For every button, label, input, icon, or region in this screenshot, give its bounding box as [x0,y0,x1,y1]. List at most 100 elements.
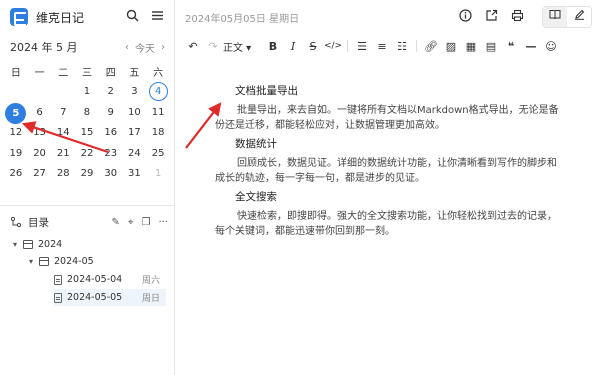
bullet-list-icon[interactable]: ☰ [352,40,372,53]
horizontal-rule-icon[interactable]: — [521,40,541,53]
tree-year[interactable]: ▾ 2024 [10,236,168,253]
section-body: 批量导出，来去自如。一键将所有文档以Markdown格式导出，无论是备份还是迁移… [215,105,559,131]
export-icon[interactable] [483,9,499,25]
calendar-day[interactable]: 1 [75,82,99,103]
format-toolbar: ↶ ↷ 正文 ▾ B I S </> ☰ ≡ ☷ 🔗︎ ▨ ▦ ▤ ❝ — ☺ [175,34,600,58]
calendar-day[interactable]: 10 [123,103,147,124]
entry-date: 2024-05-05 [67,292,123,303]
more-icon[interactable]: ··· [158,217,168,228]
calendar-day[interactable]: 19 [4,144,28,165]
section-heading: 数据统计 [235,138,277,150]
paragraph-style-select[interactable]: 正文 ▾ [223,39,263,54]
read-mode-button[interactable] [543,7,567,27]
calendar-day[interactable]: 24 [123,144,147,165]
ordered-list-icon[interactable]: ≡ [372,40,392,53]
calendar-week: 1234 [4,82,170,103]
editor-topbar: 2024年05月05日 星期日 [175,0,600,34]
quote-icon[interactable]: ❝ [501,40,521,53]
calendar-week: 5 6 7 8 9 10 11 [4,102,170,124]
calendar-day[interactable]: 8 [75,103,99,124]
calendar-day[interactable]: 3 [123,82,147,103]
calendar-day[interactable]: 29 [75,164,99,185]
undo-icon[interactable]: ↶ [183,40,203,53]
strikethrough-icon[interactable]: S [303,40,323,53]
calendar-day[interactable]: 16 [99,123,123,144]
toc-label: 目录 [28,216,49,229]
calendar-day[interactable]: 25 [146,144,170,165]
editor-pane: 2024年05月05日 星期日 ↶ ↷ 正文 ▾ B I S </> ☰ ≡ ☷ [175,0,600,375]
calendar-day[interactable]: 1 [146,164,170,185]
calendar-day[interactable]: 14 [51,123,75,144]
calendar-day[interactable]: 21 [51,144,75,165]
month-label: 2024 年 5 月 [10,41,78,54]
search-icon[interactable] [124,9,140,25]
image-icon[interactable]: ▨ [441,40,461,53]
edit-icon[interactable]: ✎ [111,217,119,228]
calendar-empty-cell [51,82,75,103]
locate-icon[interactable]: ⌖ [128,217,134,228]
calendar-day[interactable]: 26 [4,164,28,185]
calendar-icon [23,240,33,249]
link-icon[interactable]: 🔗︎ [421,40,441,53]
calendar-day[interactable]: 15 [75,123,99,144]
calendar-day[interactable]: 12 [4,123,28,144]
calendar-day[interactable]: 30 [99,164,123,185]
calendar-grid: 日 一 二 三 四 五 六 1 2 3 4 5 6 7 8 9 10 11 12 13 14 15 16 17 1… [4,66,170,185]
code-icon[interactable]: </> [323,41,343,51]
calendar-day[interactable]: 23 [99,144,123,165]
table-icon[interactable]: ▦ [461,40,481,53]
weekday-header: 日 一 二 三 四 五 六 [4,66,170,82]
calendar-day[interactable]: 22 [75,144,99,165]
calendar-day[interactable]: 11 [146,103,170,124]
tree-month[interactable]: ▾ 2024-05 [26,253,168,270]
weekday-label: 日 [10,68,21,79]
sidebar: 维克日记 2024 年 5 月 ‹ 今天 › 日 一 二 三 四 五 六 123… [0,0,175,375]
sidebar-divider [0,205,175,206]
emoji-icon[interactable]: ☺ [541,40,561,53]
bold-icon[interactable]: B [263,40,283,53]
collapse-all-icon[interactable]: ❐ [141,217,150,228]
weekday-label: 一 [34,68,45,79]
calendar-day[interactable]: 7 [51,103,75,124]
calendar-day[interactable]: 13 [28,123,52,144]
prev-month-button[interactable]: ‹ [125,42,129,53]
calendar-day[interactable]: 6 [28,103,52,124]
toolbar-divider [416,40,417,52]
calendar-empty-cell [28,82,52,103]
today-button[interactable]: 今天 [135,40,155,55]
calendar-header: 2024 年 5 月 ‹ 今天 › [10,38,165,56]
calendar-day[interactable]: 18 [146,123,170,144]
document-icon [54,292,62,303]
document-icon [54,274,62,285]
tree-entry[interactable]: 2024-05-04 周六 [54,271,166,288]
task-list-icon[interactable]: ☷ [392,40,412,53]
edit-mode-button[interactable] [567,7,591,27]
italic-icon[interactable]: I [283,40,303,53]
calendar-day-today[interactable]: 4 [146,82,170,103]
calendar-day[interactable]: 17 [123,123,147,144]
calendar-week: 26 27 28 29 30 31 1 [4,164,170,185]
calendar-day[interactable]: 27 [28,164,52,185]
entry-weekday: 周六 [141,276,160,286]
tree-entry-selected[interactable]: 2024-05-05 周日 [54,289,166,306]
menu-icon[interactable] [149,9,165,25]
redo-icon[interactable]: ↷ [203,40,223,53]
editor-content[interactable]: 文档批量导出 批量导出，来去自如。一键将所有文档以Markdown格式导出，无论… [215,84,560,243]
calendar-day[interactable]: 2 [99,82,123,103]
info-icon[interactable] [457,9,473,25]
section-body: 回顾成长，数据见证。详细的数据统计功能，让你清晰看到写作的脚步和成长的轨迹，每一… [215,158,557,184]
calendar-day[interactable]: 20 [28,144,52,165]
calendar-day[interactable]: 9 [99,103,123,124]
code-block-icon[interactable]: ▤ [481,40,501,53]
calendar-day-selected[interactable]: 5 [4,102,28,124]
calendar-day[interactable]: 28 [51,164,75,185]
print-icon[interactable] [509,9,525,25]
tree-month-label: 2024-05 [54,256,94,267]
entry-date: 2024-05-04 [67,274,123,285]
chevron-down-icon: ▾ [28,257,33,266]
entry-weekday: 周日 [141,294,160,304]
entry-date-title: 2024年05月05日 星期日 [185,14,300,25]
tree-structure-icon [10,216,22,228]
calendar-day[interactable]: 31 [123,164,147,185]
next-month-button[interactable]: › [161,42,165,53]
